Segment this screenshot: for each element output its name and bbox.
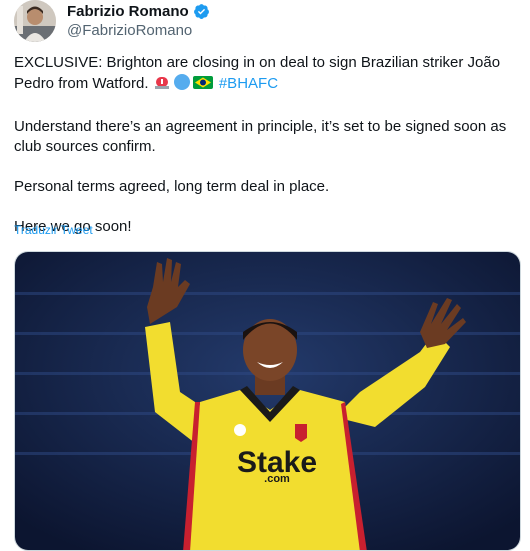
avatar[interactable] [14, 0, 56, 42]
blue-circle-emoji-icon [173, 73, 191, 97]
tweet-paragraph-2: Understand there’s an agreement in princ… [14, 118, 507, 155]
tweet-paragraph-3: Personal terms agreed, long term deal in… [14, 178, 330, 195]
brazil-flag-emoji-icon [192, 73, 213, 97]
tweet-body: EXCLUSIVE: Brighton are closing in on de… [14, 53, 519, 237]
tweet-line-2: Pedro from Watford. [14, 75, 149, 92]
player-photo: Stake .com [15, 252, 520, 550]
author-display-name[interactable]: Fabrizio Romano [67, 3, 189, 20]
tweet-media-image[interactable]: Stake .com [14, 251, 521, 551]
jersey-sponsor-subtext: .com [264, 473, 290, 485]
author-handle[interactable]: @FabrizioRomano [67, 22, 210, 39]
tweet-paragraph-1: EXCLUSIVE: Brighton are closing in on de… [14, 53, 519, 97]
hashtag-link[interactable]: #BHAFC [219, 75, 278, 92]
verified-badge-icon [193, 3, 210, 20]
tweet-line-1: EXCLUSIVE: Brighton are closing in on de… [14, 54, 501, 71]
author-block: Fabrizio Romano @FabrizioRomano [67, 3, 210, 39]
translate-tweet-link[interactable]: Traduzir Tweet [14, 223, 93, 237]
avatar-photo [14, 0, 56, 42]
tweet-header: Fabrizio Romano @FabrizioRomano [14, 0, 514, 46]
siren-emoji-icon [153, 73, 171, 97]
